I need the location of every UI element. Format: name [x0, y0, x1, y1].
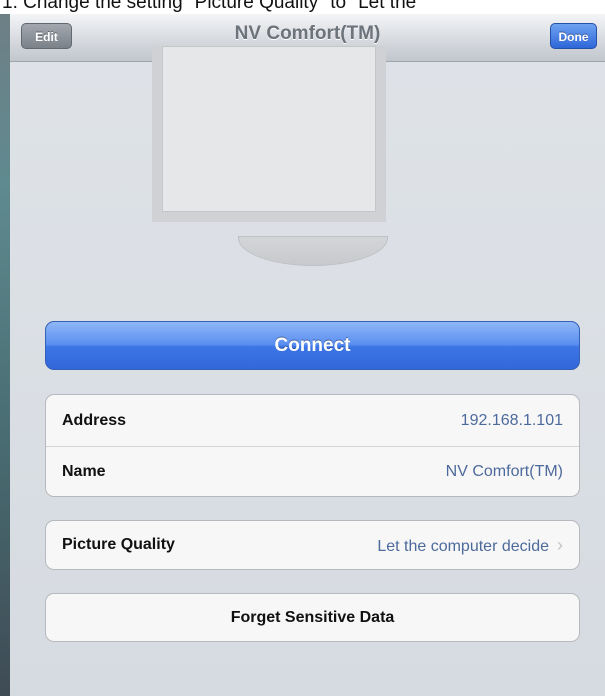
monitor-stand-icon [238, 236, 388, 266]
background-window-edge [0, 14, 10, 696]
picture-quality-row[interactable]: Picture Quality Let the computer decide › [46, 521, 579, 569]
done-button[interactable]: Done [550, 23, 597, 49]
name-label: Name [62, 463, 106, 480]
picture-quality-group: Picture Quality Let the computer decide › [45, 520, 580, 570]
monitor-icon [152, 46, 386, 222]
forget-sensitive-data-button[interactable]: Forget Sensitive Data [46, 594, 579, 641]
picture-quality-value-wrap: Let the computer decide › [377, 535, 563, 556]
chevron-right-icon: › [557, 534, 563, 555]
address-label: Address [62, 411, 127, 429]
name-value: NV Comfort(TM) [445, 463, 563, 480]
instruction-caption: 1. Change the setting "Picture Quality" … [2, 0, 417, 13]
picture-quality-label: Picture Quality [62, 536, 175, 553]
connect-button[interactable]: Connect [45, 321, 580, 370]
page: 1. Change the setting "Picture Quality" … [0, 0, 605, 696]
picture-quality-value: Let the computer decide [377, 537, 549, 555]
forget-data-group: Forget Sensitive Data [45, 593, 580, 642]
name-row[interactable]: Name NV Comfort(TM) [46, 446, 579, 496]
address-row[interactable]: Address 192.168.1.101 [46, 395, 579, 446]
address-value: 192.168.1.101 [460, 411, 563, 429]
connection-info-group: Address 192.168.1.101 Name NV Comfort(TM… [45, 394, 580, 497]
app-window: Edit NV Comfort(TM) Done Connect Address… [10, 14, 605, 696]
